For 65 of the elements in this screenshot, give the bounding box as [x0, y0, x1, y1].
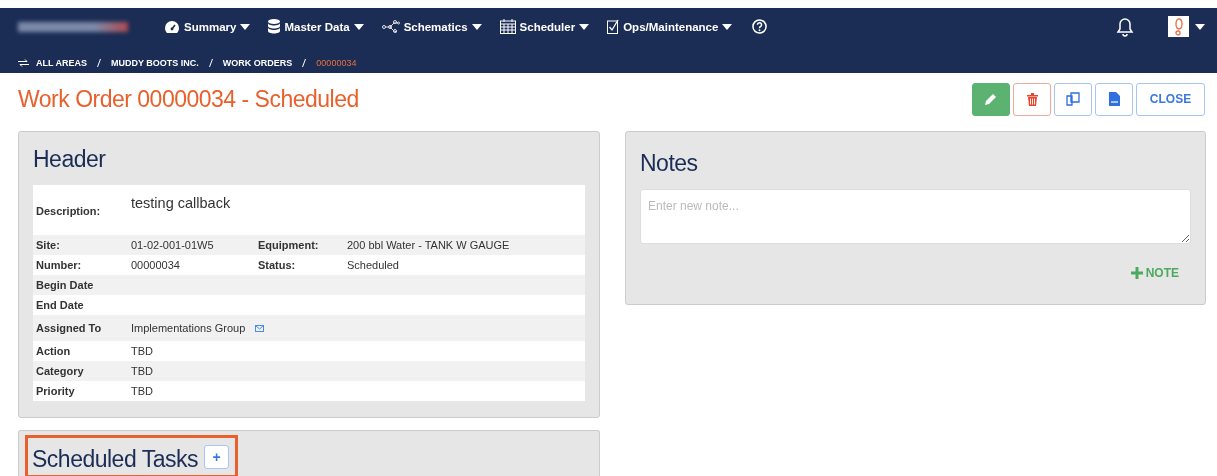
field-label: Number:: [35, 259, 83, 271]
gauge-icon: [164, 19, 180, 34]
delete-button[interactable]: [1013, 82, 1051, 116]
field-label: Category: [35, 365, 85, 377]
field-label: Priority: [35, 385, 76, 397]
copy-icon: [1066, 92, 1080, 106]
nav-menu[interactable]: Master Data: [262, 19, 370, 34]
pdf-file-icon: [1108, 92, 1120, 106]
user-avatar[interactable]: [1168, 16, 1189, 37]
field-label: Site:: [35, 239, 61, 251]
breadcrumb-link[interactable]: ALL AREAS: [36, 58, 87, 68]
breadcrumb-link[interactable]: MUDDY BOOTS INC.: [111, 58, 199, 68]
breadcrumb-separator-icon: [97, 59, 101, 67]
caret-icon[interactable]: [1195, 23, 1205, 30]
field-label: Begin Date: [35, 279, 95, 291]
field-value: 200 bbl Water - TANK W GAUGE: [347, 239, 510, 251]
pencil-icon: [985, 93, 997, 105]
swap-icon: [18, 59, 29, 67]
caret-icon: [471, 23, 482, 30]
bell-icon[interactable]: [1116, 16, 1134, 37]
caret-icon: [240, 23, 251, 30]
panel-title: Notes: [640, 150, 699, 177]
logo[interactable]: [18, 21, 128, 32]
field-label: End Date: [35, 299, 85, 311]
plus-icon: [1130, 267, 1143, 279]
field-value: testing callback: [131, 195, 231, 211]
copy-button[interactable]: [1054, 82, 1092, 116]
envelope-icon[interactable]: [255, 324, 265, 332]
trash-icon: [1026, 92, 1038, 106]
nav-menu[interactable]: Schematics: [375, 19, 488, 34]
caret-icon: [353, 23, 364, 30]
field-value: 00000034: [131, 259, 180, 271]
note-field[interactable]: Enter new note...: [640, 189, 1191, 244]
database-icon: [268, 19, 281, 34]
panel-title: Scheduled Tasks: [32, 446, 198, 473]
close-button[interactable]: CLOSE: [1136, 82, 1205, 116]
panel-title: Header: [33, 146, 107, 173]
field-value: TBD: [131, 345, 153, 357]
nav-menu[interactable]: Ops/Maintenance: [601, 19, 739, 34]
calendar-icon: [499, 19, 516, 34]
breadcrumb-separator-icon: [208, 59, 213, 67]
field-value: TBD: [131, 385, 153, 397]
field-value: 01-02-001-01W5: [131, 239, 214, 251]
nav-menu[interactable]: Summary: [158, 19, 257, 34]
caret-icon: [579, 23, 590, 30]
pdf-button[interactable]: [1095, 82, 1133, 116]
breadcrumb-link[interactable]: 00000034: [316, 58, 357, 68]
field-value: TBD: [131, 365, 153, 377]
breadcrumb-separator-icon: [302, 59, 307, 67]
checkbox-icon: [607, 19, 620, 34]
page-title: Work Order 00000034 - Scheduled: [18, 85, 359, 113]
field-label: Description:: [35, 204, 102, 217]
field-label: Status:: [257, 259, 297, 271]
add-task-button[interactable]: +: [203, 444, 229, 469]
help-icon[interactable]: [752, 19, 768, 34]
field-label: Action: [35, 345, 72, 357]
field-label: Assigned To: [35, 322, 103, 334]
breadcrumb-link[interactable]: WORK ORDERS: [222, 58, 293, 68]
edit-button[interactable]: [972, 82, 1010, 116]
field-label: Equipment:: [257, 239, 320, 251]
field-value: Implementations Group: [131, 322, 246, 334]
nav-menu[interactable]: Scheduler: [493, 19, 596, 34]
network-icon: [381, 19, 400, 34]
caret-icon: [722, 23, 733, 30]
field-value: Scheduled: [347, 259, 399, 271]
